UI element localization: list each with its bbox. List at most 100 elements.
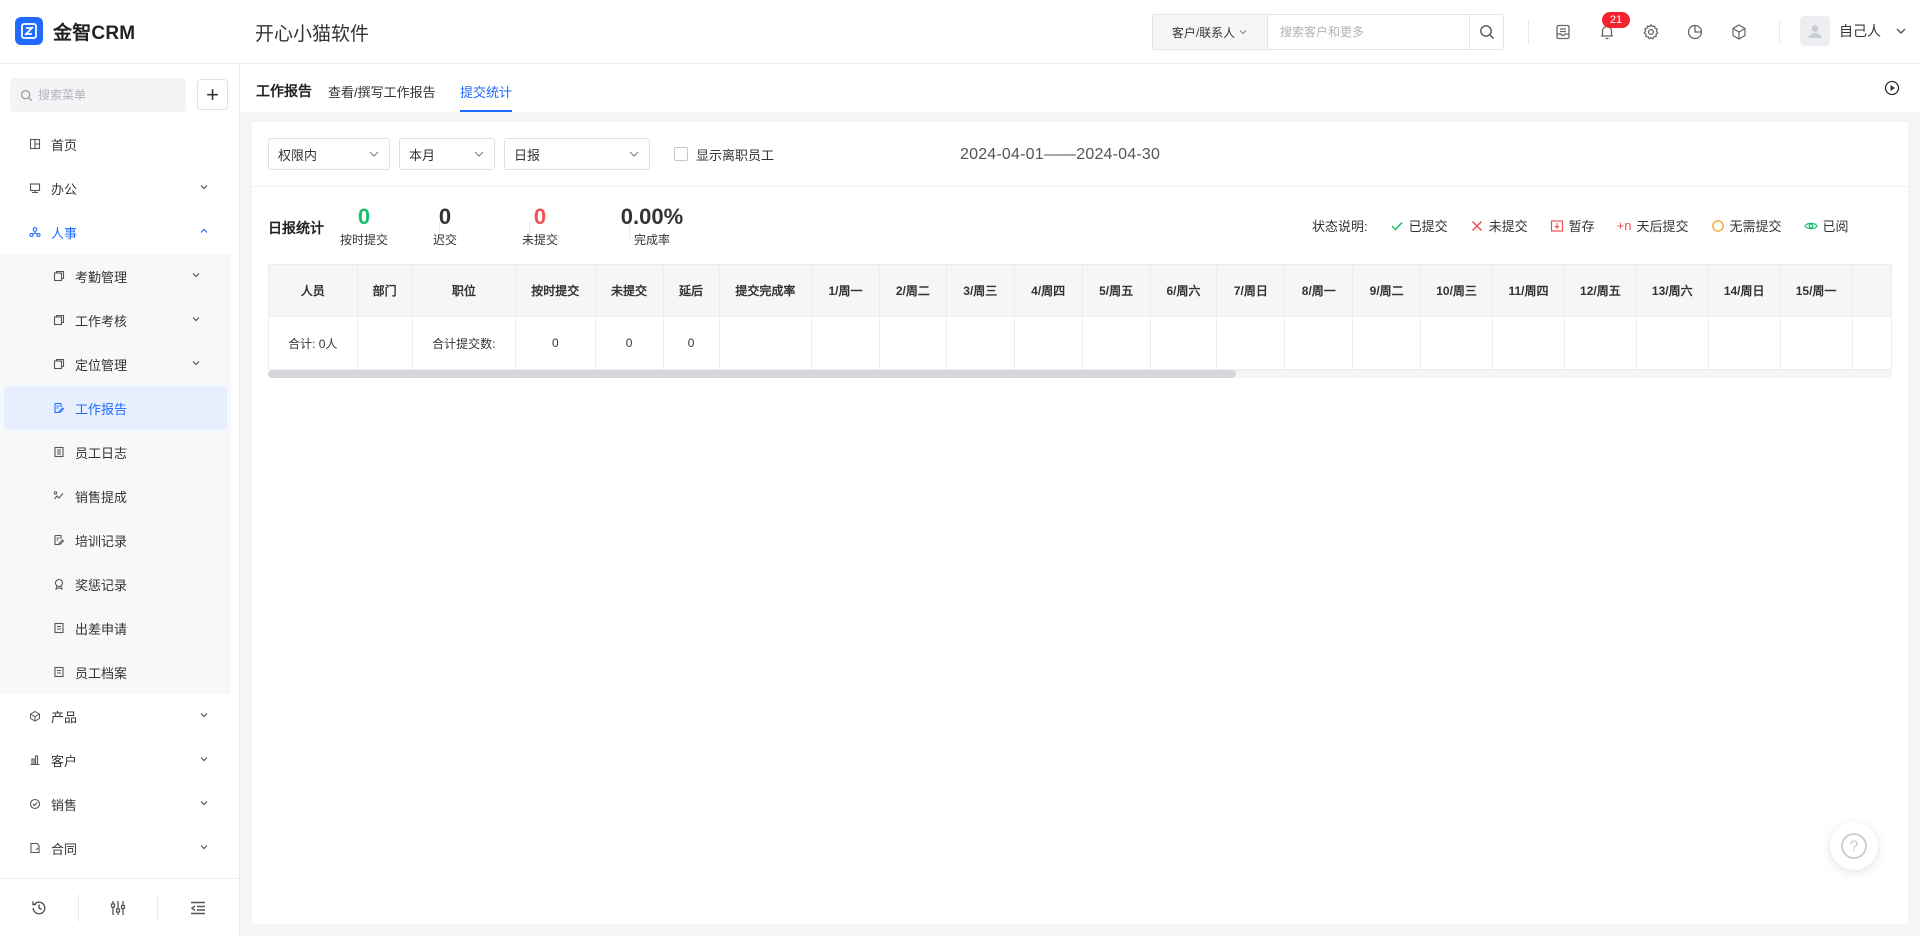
sidebar-item-training[interactable]: 培训记录 (0, 518, 231, 562)
table-header-row: 人员 部门 职位 按时提交 未提交 延后 提交完成率 1/周一 2/周二 3/周三 4/周四 5/周五… (268, 264, 1892, 317)
table-cell (1352, 316, 1422, 370)
product-icon (28, 709, 42, 723)
stat-completion-rate: 0.00% 完成率 (597, 204, 707, 248)
sidebar-item-sales[interactable]: 销售 (0, 782, 239, 826)
report-type-select[interactable]: 日报 (504, 138, 650, 170)
sidebar-item-customer[interactable]: 客户 (0, 738, 239, 782)
scrollbar-thumb[interactable] (268, 370, 1236, 378)
settings-button[interactable] (1639, 20, 1663, 44)
table-header-cell: 3/周三 (945, 264, 1015, 317)
logo[interactable]: 金智CRM (15, 17, 135, 45)
table-header-cell: 按时提交 (514, 264, 596, 317)
sidebar-item-hr[interactable]: 人事 (0, 210, 239, 254)
table-header-cell: 部门 (356, 264, 413, 317)
table-header-cell: 人员 (268, 264, 358, 317)
attendance-icon (52, 269, 66, 283)
sidebar-item-label: 销售 (51, 797, 78, 813)
table-header-cell: 1/周一 (811, 264, 880, 317)
sidebar-item-label: 工作考核 (75, 313, 128, 329)
table-cell (878, 316, 947, 370)
period-select-value: 本月 (409, 147, 436, 163)
help-button[interactable]: ? (1830, 822, 1878, 870)
sidebar-item-home[interactable]: 首页 (0, 122, 239, 166)
table-header-cell: 4/周四 (1013, 264, 1083, 317)
sidebar-item-label: 首页 (51, 137, 78, 153)
home-icon (28, 137, 42, 151)
customer-icon (28, 753, 42, 767)
sidebar-item-contract[interactable]: 合同 (0, 826, 239, 870)
sidebar-item-product[interactable]: 产品 (0, 694, 239, 738)
history-button[interactable] (0, 893, 79, 922)
add-button[interactable]: + (197, 79, 228, 110)
stat-on-time: 0 按时提交 (319, 204, 409, 248)
search-input[interactable] (1268, 15, 1469, 49)
menu-search (10, 78, 186, 112)
history-icon (32, 901, 46, 914)
collapse-sidebar-button[interactable] (158, 894, 237, 922)
stat-not-submitted-value: 0 (533, 204, 547, 229)
table-header-cell: 8/周一 (1284, 264, 1354, 317)
global-search: 客户/联系人 (1152, 14, 1504, 50)
sidebar-item-assessment[interactable]: 工作考核 (0, 298, 231, 342)
tab-view-write-report[interactable]: 查看/撰写工作报告 (328, 82, 436, 112)
scope-select[interactable]: 权限内 (268, 138, 390, 170)
legend-title: 状态说明: (1312, 219, 1368, 234)
legend-item-read: 已阅 (1803, 216, 1849, 235)
sidebar-item-label: 员工档案 (75, 665, 128, 681)
inbox-button[interactable] (1551, 20, 1575, 44)
notification-badge: 21 (1602, 12, 1630, 28)
apps-button[interactable] (1727, 20, 1751, 44)
sidebar-item-attendance[interactable]: 考勤管理 (0, 254, 231, 298)
chevron-down-icon (200, 185, 208, 190)
sidebar-item-label: 培训记录 (75, 533, 128, 549)
table-cell (1013, 316, 1083, 370)
sidebar-item-reward[interactable]: 奖惩记录 (0, 562, 231, 606)
search-type-select[interactable]: 客户/联系人 (1153, 15, 1268, 49)
sidebar-item-business-trip[interactable]: 出差申请 (0, 606, 231, 650)
table-header-cell: 13/周六 (1635, 264, 1709, 317)
table-cell (1216, 316, 1286, 370)
table-header-cell: 职位 (411, 264, 516, 317)
stat-on-time-label: 按时提交 (339, 233, 388, 247)
period-select[interactable]: 本月 (399, 138, 495, 170)
table-cell (945, 316, 1015, 370)
table-cell (718, 316, 813, 370)
preferences-button[interactable] (79, 893, 158, 922)
hr-icon (28, 225, 42, 239)
sidebar-item-label: 奖惩记录 (75, 577, 128, 593)
sidebar-item-label: 客户 (51, 753, 78, 769)
sidebar-item-location[interactable]: 定位管理 (0, 342, 231, 386)
search-type-label: 客户/联系人 (1171, 25, 1236, 40)
sidebar-item-label: 出差申请 (75, 621, 128, 637)
table-cell (1081, 316, 1151, 370)
header-divider (1528, 20, 1529, 44)
show-resigned-checkbox[interactable]: 显示离职员工 (674, 145, 774, 164)
page-title: 工作报告 (256, 83, 312, 99)
sliders-icon (110, 900, 126, 915)
table-header-cell: 15/周一 (1779, 264, 1853, 317)
sidebar-item-office[interactable]: 办公 (0, 166, 239, 210)
table-header-cell (1851, 264, 1892, 317)
sidebar-item-employee-archive[interactable]: 员工档案 (0, 650, 231, 694)
sidebar-item-work-report[interactable]: 工作报告 (4, 386, 227, 430)
chevron-down-icon (192, 361, 200, 366)
contract-icon (28, 841, 42, 855)
filter-bar: 权限内 本月 日报 显示离职员工 (268, 138, 774, 170)
sidebar-item-employee-log[interactable]: 员工日志 (0, 430, 231, 474)
reports-button[interactable] (1683, 20, 1707, 44)
table-header-cell: 2/周二 (878, 264, 947, 317)
stats-title: 日报统计 (268, 220, 324, 236)
user-menu[interactable]: 自己人 (1800, 16, 1907, 46)
search-button[interactable] (1469, 15, 1503, 49)
play-button[interactable] (1884, 80, 1900, 101)
menu-search-input[interactable] (38, 88, 178, 102)
assessment-icon (52, 313, 66, 327)
horizontal-scrollbar[interactable] (268, 370, 1892, 378)
tab-submit-statistics[interactable]: 提交统计 (460, 82, 513, 112)
table-header-cell: 11/周四 (1492, 264, 1565, 317)
collapse-menu-icon (190, 901, 205, 914)
checkbox-box[interactable] (674, 147, 688, 161)
sidebar-item-commission[interactable]: 销售提成 (0, 474, 231, 518)
table-cell (1779, 316, 1853, 370)
table-header-cell: 6/周六 (1149, 264, 1218, 317)
